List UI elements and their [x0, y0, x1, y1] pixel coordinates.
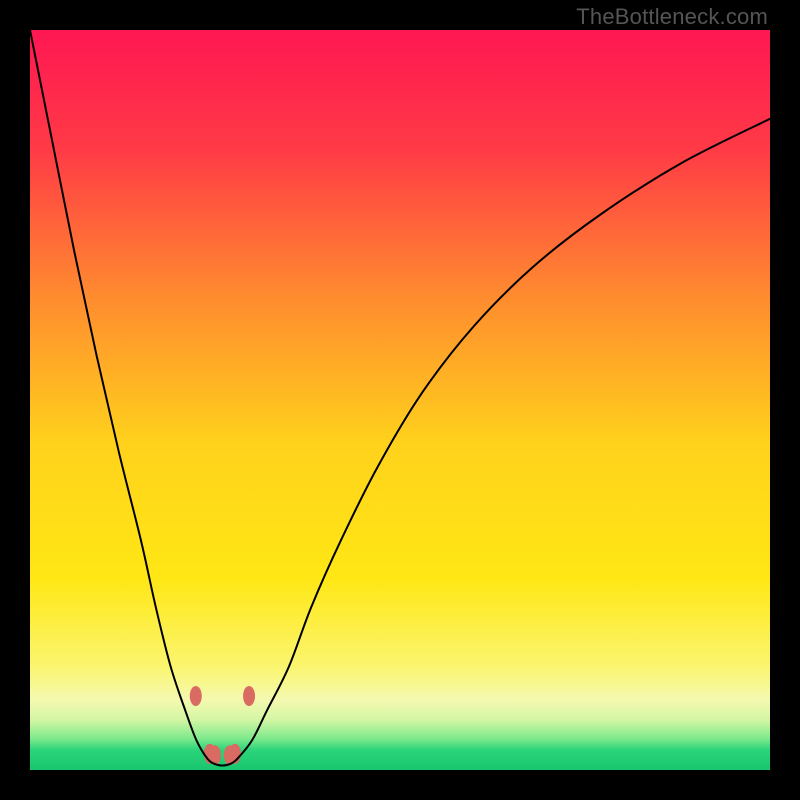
plot-frame — [30, 30, 770, 770]
watermark-text: TheBottleneck.com — [576, 4, 768, 30]
plot-background-gradient — [30, 30, 770, 770]
